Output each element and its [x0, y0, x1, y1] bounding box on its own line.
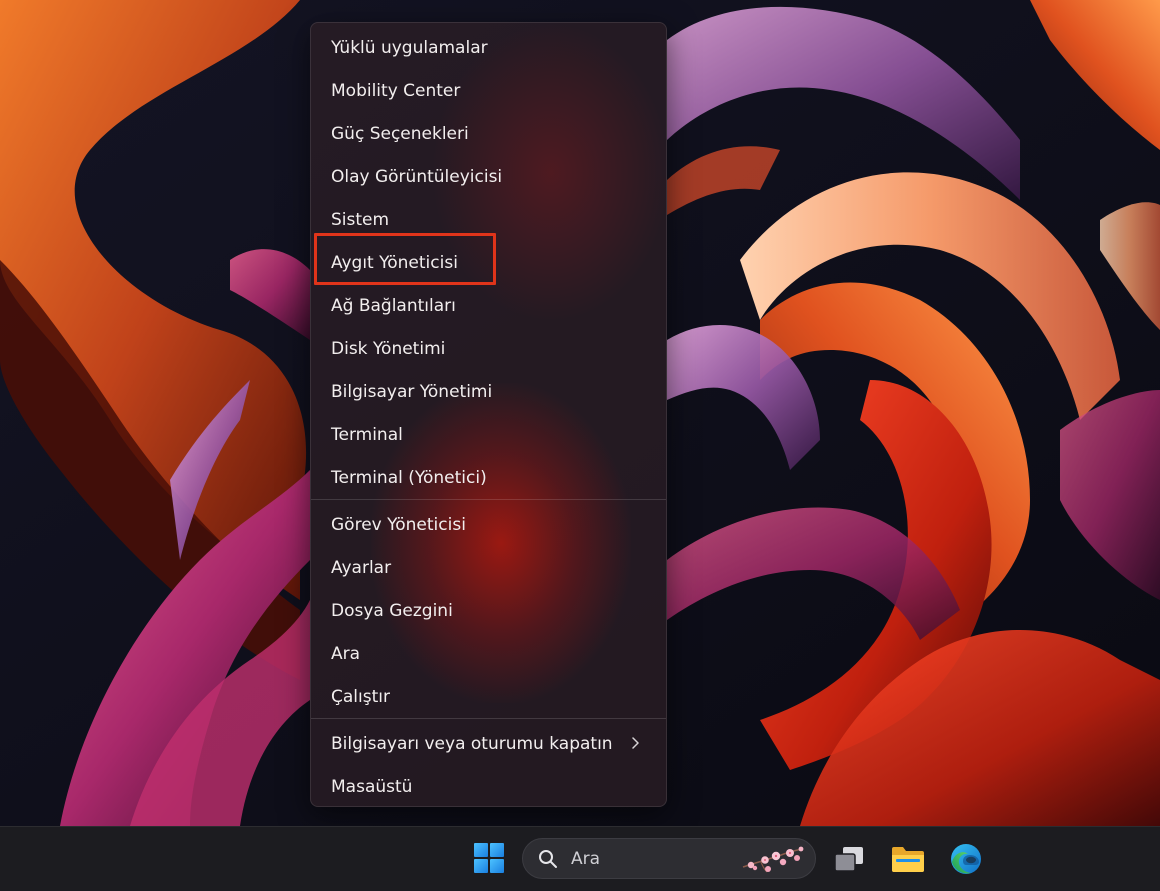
menu-separator [311, 499, 666, 500]
desktop: Yüklü uygulamalar Mobility Center Güç Se… [0, 0, 1160, 891]
menu-item-label: Terminal [331, 425, 403, 445]
file-explorer-button[interactable] [888, 839, 928, 879]
menu-item-desktop[interactable]: Masaüstü [315, 767, 662, 806]
menu-item-label: Mobility Center [331, 81, 461, 101]
menu-item-installed-apps[interactable]: Yüklü uygulamalar [315, 28, 662, 68]
menu-item-label: Disk Yönetimi [331, 339, 446, 359]
file-explorer-icon [892, 847, 924, 872]
menu-item-event-viewer[interactable]: Olay Görüntüleyicisi [315, 157, 662, 197]
menu-item-label: Görev Yöneticisi [331, 515, 466, 535]
winx-context-menu: Yüklü uygulamalar Mobility Center Güç Se… [310, 22, 667, 807]
menu-item-label: Yüklü uygulamalar [331, 38, 488, 58]
menu-item-label: Dosya Gezgini [331, 601, 453, 621]
menu-item-label: Sistem [331, 210, 390, 230]
taskbar-search-box[interactable]: Ara [522, 838, 816, 879]
menu-item-terminal[interactable]: Terminal [315, 415, 662, 455]
menu-item-label: Güç Seçenekleri [331, 124, 469, 144]
edge-browser-button[interactable] [946, 839, 986, 879]
edge-icon [951, 844, 981, 874]
menu-item-label: Terminal (Yönetici) [331, 468, 487, 488]
windows-logo-icon [474, 843, 504, 873]
menu-item-label: Ayarlar [331, 558, 392, 578]
menu-item-computer-management[interactable]: Bilgisayar Yönetimi [315, 372, 662, 412]
menu-item-label: Olay Görüntüleyicisi [331, 167, 503, 187]
menu-item-label: Bilgisayar Yönetimi [331, 382, 493, 402]
menu-item-label: Çalıştır [331, 687, 390, 707]
start-button[interactable] [470, 839, 508, 877]
menu-item-power-options[interactable]: Güç Seçenekleri [315, 114, 662, 154]
menu-item-search[interactable]: Ara [315, 634, 662, 674]
search-icon [539, 850, 557, 868]
task-view-button[interactable] [829, 839, 869, 879]
task-view-icon [834, 847, 863, 872]
cherry-blossom-icon [742, 846, 804, 873]
menu-item-label: Masaüstü [331, 777, 413, 797]
menu-item-settings[interactable]: Ayarlar [315, 548, 662, 588]
menu-item-run[interactable]: Çalıştır [315, 677, 662, 717]
menu-item-label: Bilgisayarı veya oturumu kapatın [331, 734, 613, 754]
search-placeholder: Ara [571, 849, 601, 869]
chevron-right-icon [632, 737, 639, 749]
menu-separator [311, 718, 666, 719]
menu-item-shut-down-or-sign-out[interactable]: Bilgisayarı veya oturumu kapatın [315, 724, 662, 764]
menu-item-task-manager[interactable]: Görev Yöneticisi [315, 505, 662, 545]
taskbar: Ara [0, 826, 1160, 891]
menu-item-label: Ağ Bağlantıları [331, 296, 456, 316]
menu-item-disk-management[interactable]: Disk Yönetimi [315, 329, 662, 369]
menu-item-terminal-admin[interactable]: Terminal (Yönetici) [315, 458, 662, 498]
menu-item-mobility-center[interactable]: Mobility Center [315, 71, 662, 111]
menu-item-file-explorer[interactable]: Dosya Gezgini [315, 591, 662, 631]
highlight-annotation-box [314, 233, 496, 285]
menu-item-network-connections[interactable]: Ağ Bağlantıları [315, 286, 662, 326]
menu-item-label: Ara [331, 644, 361, 664]
